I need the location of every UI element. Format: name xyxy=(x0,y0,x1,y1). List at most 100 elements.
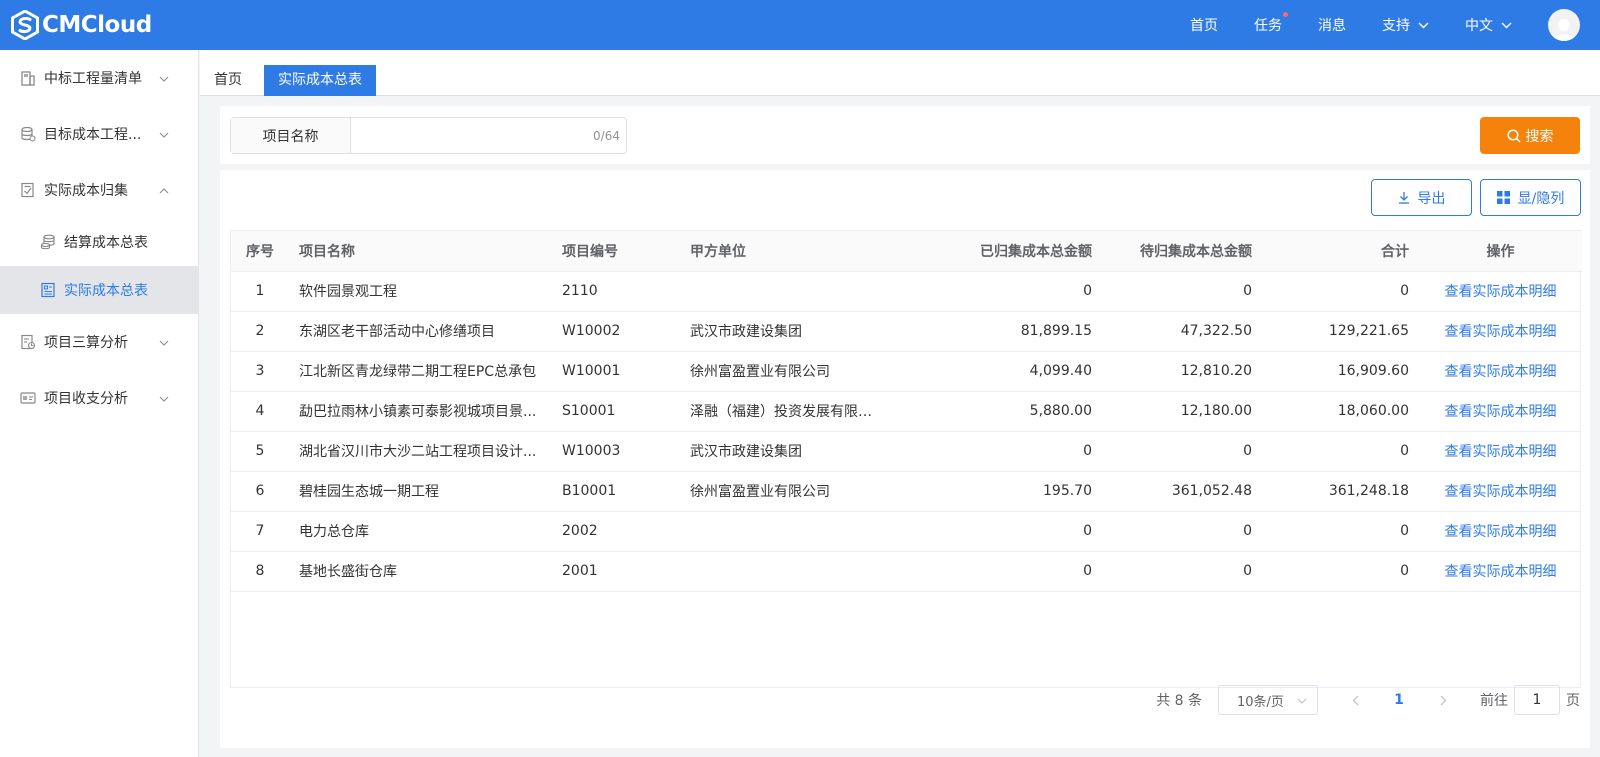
project-name-input[interactable] xyxy=(351,118,626,153)
project-name-field: 项目名称 0/64 xyxy=(230,117,627,154)
logo[interactable]: CMCloud xyxy=(10,9,152,41)
nav-support[interactable]: 支持 xyxy=(1382,15,1429,35)
sidebar-item-income-expense-analysis[interactable]: 项目收支分析 xyxy=(0,370,198,426)
column-header: 待归集成本总金额 xyxy=(1102,231,1262,272)
cell-no: 5 xyxy=(231,431,289,472)
column-header: 甲方单位 xyxy=(680,231,892,272)
page-size-select[interactable]: 10条/页 xyxy=(1218,685,1318,715)
cell-total: 0 xyxy=(1262,551,1419,592)
view-detail-link[interactable]: 查看实际成本明细 xyxy=(1419,551,1582,592)
page-number[interactable]: 1 xyxy=(1384,692,1414,708)
tab-actual-cost-summary[interactable]: 实际成本总表 xyxy=(264,65,376,96)
sidebar-item-label: 项目收支分析 xyxy=(44,391,128,407)
grid-icon xyxy=(1496,191,1510,204)
cell-project-code: B10001 xyxy=(552,471,680,512)
view-detail-link[interactable]: 查看实际成本明细 xyxy=(1419,471,1582,512)
cell-no: 2 xyxy=(231,311,289,352)
cell-client xyxy=(680,271,892,312)
cell-project-code: S10001 xyxy=(552,391,680,432)
view-detail-link[interactable]: 查看实际成本明细 xyxy=(1419,351,1582,392)
cell-collected: 4,099.40 xyxy=(892,351,1102,392)
cell-pending: 361,052.48 xyxy=(1102,471,1262,512)
view-detail-link[interactable]: 查看实际成本明细 xyxy=(1419,511,1582,552)
cell-pending: 12,180.00 xyxy=(1102,391,1262,432)
table-row: 1 软件园景观工程 2110 0 0 0 查看实际成本明细 xyxy=(231,271,1582,312)
cell-total: 0 xyxy=(1262,271,1419,312)
cell-project-name: 碧桂园生态城一期工程 xyxy=(289,471,552,512)
view-detail-link[interactable]: 查看实际成本明细 xyxy=(1419,431,1582,472)
cell-pending: 0 xyxy=(1102,511,1262,552)
cell-project-name: 电力总仓库 xyxy=(289,511,552,552)
next-page-button[interactable] xyxy=(1428,685,1458,715)
cell-collected: 5,880.00 xyxy=(892,391,1102,432)
sidebar-item-target-cost[interactable]: 目标成本工程... xyxy=(0,106,198,162)
cell-project-name: 软件园景观工程 xyxy=(289,271,552,312)
chevron-left-icon xyxy=(1352,695,1358,705)
sidebar-subitem-label: 结算成本总表 xyxy=(64,235,148,251)
view-detail-link[interactable]: 查看实际成本明细 xyxy=(1419,271,1582,312)
cell-no: 8 xyxy=(231,551,289,592)
toggle-columns-button[interactable]: 显/隐列 xyxy=(1480,179,1581,216)
sidebar-subitem-settlement-cost[interactable]: 结算成本总表 xyxy=(0,218,198,266)
pagination: 共 8 条 10条/页 1 前往 1 页 xyxy=(1156,685,1590,715)
sidebar-item-label: 中标工程量清单 xyxy=(44,71,142,87)
tab-home[interactable]: 首页 xyxy=(200,65,256,96)
avatar[interactable] xyxy=(1548,9,1580,41)
nav-home-label: 首页 xyxy=(1190,18,1218,34)
tab-bar: 首页 实际成本总表 xyxy=(200,50,1600,96)
cell-client xyxy=(680,551,892,592)
prev-page-button[interactable] xyxy=(1340,685,1370,715)
ledger-icon xyxy=(20,182,36,198)
cell-pending: 12,810.20 xyxy=(1102,351,1262,392)
search-button[interactable]: 搜索 xyxy=(1480,117,1580,154)
table-row: 4 勐巴拉雨林小镇素可泰影视城项目景... S10001 泽融（福建）投资发展有… xyxy=(231,391,1582,432)
chevron-down-icon xyxy=(159,390,169,406)
cell-project-name: 基地长盛街仓库 xyxy=(289,551,552,592)
cell-pending: 0 xyxy=(1102,271,1262,312)
sidebar-item-label: 实际成本归集 xyxy=(44,183,128,199)
view-detail-link[interactable]: 查看实际成本明细 xyxy=(1419,311,1582,352)
cell-client xyxy=(680,511,892,552)
cell-client: 徐州富盈置业有限公司 xyxy=(680,351,892,392)
cell-no: 4 xyxy=(231,391,289,432)
cell-client: 武汉市政建设集团 xyxy=(680,311,892,352)
goto-page-input[interactable]: 1 xyxy=(1514,685,1560,715)
logo-text: CMCloud xyxy=(42,12,152,38)
cell-total: 18,060.00 xyxy=(1262,391,1419,432)
sidebar-item-bid-quantities[interactable]: 中标工程量清单 xyxy=(0,50,198,106)
cell-collected: 0 xyxy=(892,431,1102,472)
sidebar-subitem-actual-cost-summary[interactable]: 实际成本总表 xyxy=(0,266,198,314)
table-row: 2 东湖区老干部活动中心修缮项目 W10002 武汉市政建设集团 81,899.… xyxy=(231,311,1582,352)
cell-project-name: 勐巴拉雨林小镇素可泰影视城项目景... xyxy=(289,391,552,432)
view-detail-link[interactable]: 查看实际成本明细 xyxy=(1419,391,1582,432)
cell-client: 泽融（福建）投资发展有限公司 xyxy=(680,391,892,432)
cell-collected: 0 xyxy=(892,551,1102,592)
cell-total: 129,221.65 xyxy=(1262,311,1419,352)
column-header: 合计 xyxy=(1262,231,1419,272)
project-name-input-wrap: 0/64 xyxy=(351,118,626,153)
cell-project-name: 江北新区青龙绿带二期工程EPC总承包 xyxy=(289,351,552,392)
nav-home[interactable]: 首页 xyxy=(1190,15,1218,35)
page-suffix: 页 xyxy=(1566,693,1580,709)
cell-no: 7 xyxy=(231,511,289,552)
export-button[interactable]: 导出 xyxy=(1371,179,1472,216)
cell-project-code: 2002 xyxy=(552,511,680,552)
nav-language[interactable]: 中文 xyxy=(1465,15,1512,35)
building-icon xyxy=(20,70,36,86)
chart-doc-icon xyxy=(20,334,36,350)
nav-messages[interactable]: 消息 xyxy=(1318,15,1346,35)
nav-language-label: 中文 xyxy=(1465,18,1493,34)
search-panel: 项目名称 0/64 搜索 xyxy=(220,106,1590,164)
sidebar-item-three-calc-analysis[interactable]: 项目三算分析 xyxy=(0,314,198,370)
nav-tasks[interactable]: 任务 xyxy=(1254,12,1288,35)
chevron-right-icon xyxy=(1440,695,1446,705)
table-panel: 导出 显/隐列 序号 项目名称 项目编号 甲方单位 已归集成本总金额 待归集成本… xyxy=(220,170,1590,748)
table-row: 8 基地长盛街仓库 2001 0 0 0 查看实际成本明细 xyxy=(231,551,1582,592)
cell-project-name: 东湖区老干部活动中心修缮项目 xyxy=(289,311,552,352)
table-header-row: 序号 项目名称 项目编号 甲方单位 已归集成本总金额 待归集成本总金额 合计 操… xyxy=(231,231,1582,272)
sidebar-item-actual-cost-collection[interactable]: 实际成本归集 xyxy=(0,162,198,218)
chevron-down-icon xyxy=(159,70,169,86)
cell-pending: 0 xyxy=(1102,431,1262,472)
cell-total: 16,909.60 xyxy=(1262,351,1419,392)
cell-project-code: 2110 xyxy=(552,271,680,312)
